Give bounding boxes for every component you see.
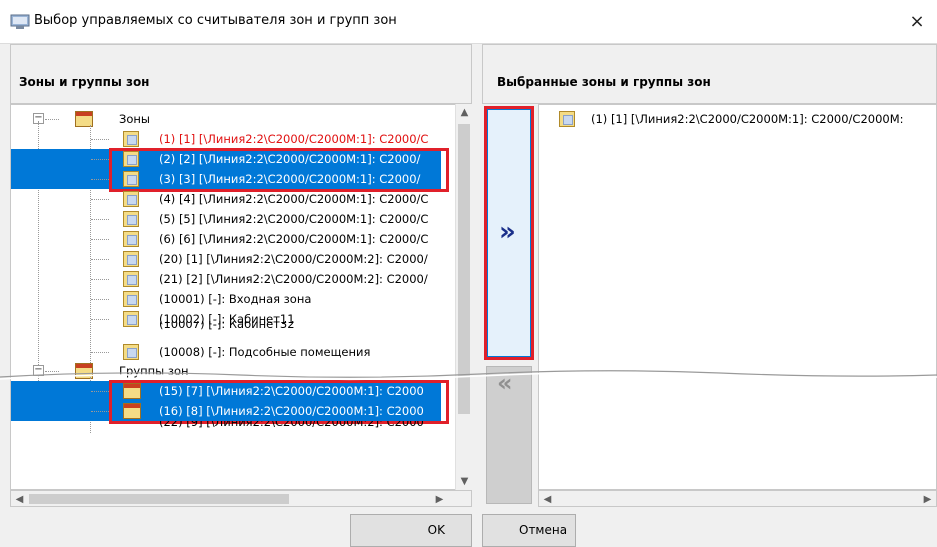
tree-node-label: Зоны	[119, 112, 151, 126]
remove-selected-button[interactable]: «	[486, 366, 532, 504]
selected-panel-header: Выбранные зоны и группы зон	[482, 44, 937, 104]
zone-icon	[123, 344, 139, 360]
tree-item-zone[interactable]: (1) [1] [\Линия2:2\C2000/C2000M:1]: C200…	[11, 129, 451, 149]
scroll-down-icon[interactable]: ▼	[456, 473, 473, 490]
tree-item-label: (4) [4] [\Линия2:2\C2000/C2000M:1]: C200…	[159, 192, 429, 206]
tree-item-zone[interactable]: (20) [1] [\Линия2:2\C2000/C2000M:2]: C20…	[11, 249, 451, 269]
scroll-left-icon[interactable]: ◀	[539, 491, 556, 508]
dialog-footer: OK Отмена	[0, 514, 937, 547]
tree-item-label: (10008) [-]: Подсобные помещения	[159, 345, 371, 359]
group-icon	[123, 383, 141, 399]
cancel-button[interactable]: Отмена	[482, 514, 576, 547]
tree-item-label: (16) [8] [\Линия2:2\C2000/C2000M:1]: C20…	[159, 404, 424, 418]
tree-item-label: (21) [2] [\Линия2:2\C2000/C2000M:2]: C20…	[159, 272, 428, 286]
scroll-left-icon[interactable]: ◀	[11, 491, 28, 508]
tree-item-label: (5) [5] [\Линия2:2\C2000/C2000M:1]: C200…	[159, 212, 429, 226]
tree-item-zone[interactable]: (10007) [-]: Кабинет32	[11, 321, 451, 333]
scroll-up-icon[interactable]: ▲	[456, 104, 473, 121]
tree-item-label: (1) [1] [\Линия2:2\C2000/C2000M:1]: C200…	[159, 132, 429, 146]
tree-item-label: (20) [1] [\Линия2:2\C2000/C2000M:2]: C20…	[159, 252, 428, 266]
tree-item-group[interactable]: (16) [8] [\Линия2:2\C2000/C2000M:1]: C20…	[11, 401, 441, 421]
ok-button[interactable]: OK	[350, 514, 472, 547]
scroll-right-icon[interactable]: ▶	[919, 491, 936, 508]
tree-item-zone[interactable]: (10008) [-]: Подсобные помещения	[11, 342, 451, 362]
tree-item-label: (10007) [-]: Кабинет32	[159, 321, 295, 331]
selected-list-item[interactable]: (1) [1] [\Линия2:2\C2000/C2000M:1]: C200…	[539, 109, 934, 129]
scroll-right-icon[interactable]: ▶	[431, 491, 448, 508]
tree-item-label: (22) [9] [\Линия2:2\C2000/C2000M:2]: C20…	[159, 421, 424, 429]
double-chevron-left-icon: «	[497, 369, 513, 397]
zone-icon	[123, 131, 139, 147]
scrollbar-thumb[interactable]	[458, 124, 470, 414]
selected-panel: Выбранные зоны и группы зон (1) [1] [\Ли…	[482, 44, 937, 514]
tree-item-zone[interactable]: (3) [3] [\Линия2:2\C2000/C2000M:1]: C200…	[11, 169, 441, 189]
selected-item-label: (1) [1] [\Линия2:2\C2000/C2000M:1]: C200…	[591, 112, 904, 126]
zones-panel-title: Зоны и группы зон	[19, 75, 150, 89]
zones-tree[interactable]: − Зоны (1) [1] [\Линия2:2\C2000/C2000M:1…	[10, 104, 472, 490]
selected-panel-title: Выбранные зоны и группы зон	[497, 75, 711, 89]
collapse-icon[interactable]: −	[33, 365, 44, 376]
zone-icon	[559, 111, 575, 127]
zone-icon	[123, 191, 139, 207]
title-bar: Выбор управляемых со считывателя зон и г…	[0, 0, 937, 44]
group-icon	[123, 403, 141, 419]
tree-item-label: (3) [3] [\Линия2:2\C2000/C2000M:1]: C200…	[159, 172, 421, 186]
add-selected-button[interactable]: »	[484, 106, 534, 360]
double-chevron-right-icon: »	[499, 217, 516, 247]
zone-icon	[123, 291, 139, 307]
zone-icon	[123, 211, 139, 227]
scrollbar-thumb[interactable]	[29, 494, 289, 504]
tree-node-zones[interactable]: − Зоны	[11, 109, 451, 129]
zones-panel: Зоны и группы зон − Зоны (1) [1] [\Линия…	[10, 44, 472, 514]
zone-icon	[123, 271, 139, 287]
tree-item-zone[interactable]: (6) [6] [\Линия2:2\C2000/C2000M:1]: C200…	[11, 229, 451, 249]
selected-list[interactable]: (1) [1] [\Линия2:2\C2000/C2000M:1]: C200…	[538, 104, 937, 490]
tree-item-zone[interactable]: (10001) [-]: Входная зона	[11, 289, 451, 309]
tree-node-label: Группы зон	[119, 364, 189, 378]
tree-horizontal-scrollbar[interactable]: ◀ ▶	[10, 490, 472, 507]
zones-panel-header: Зоны и группы зон	[10, 44, 472, 104]
tree-item-zone[interactable]: (4) [4] [\Линия2:2\C2000/C2000M:1]: C200…	[11, 189, 451, 209]
window-title: Выбор управляемых со считывателя зон и г…	[34, 13, 397, 28]
close-icon[interactable]: ×	[897, 0, 937, 44]
transfer-buttons: » «	[482, 104, 538, 514]
zone-icon	[123, 251, 139, 267]
tree-item-group[interactable]: (22) [9] [\Линия2:2\C2000/C2000M:2]: C20…	[11, 421, 451, 429]
window-app-icon	[10, 14, 30, 29]
tree-item-zone[interactable]: (21) [2] [\Линия2:2\C2000/C2000M:2]: C20…	[11, 269, 451, 289]
tree-item-label: (10001) [-]: Входная зона	[159, 292, 312, 306]
tree-item-label: (2) [2] [\Линия2:2\C2000/C2000M:1]: C200…	[159, 152, 421, 166]
tree-item-zone[interactable]: (5) [5] [\Линия2:2\C2000/C2000M:1]: C200…	[11, 209, 451, 229]
tree-item-group[interactable]: (15) [7] [\Линия2:2\C2000/C2000M:1]: C20…	[11, 381, 441, 401]
tree-node-groups[interactable]: − Группы зон	[11, 361, 451, 381]
selected-horizontal-scrollbar[interactable]: ◀ ▶	[538, 490, 937, 507]
tree-item-label: (15) [7] [\Линия2:2\C2000/C2000M:1]: C20…	[159, 384, 424, 398]
zone-icon	[123, 151, 139, 167]
tree-vertical-scrollbar[interactable]: ▲ ▼	[455, 104, 472, 490]
zone-icon	[123, 171, 139, 187]
tree-item-zone[interactable]: (2) [2] [\Линия2:2\C2000/C2000M:1]: C200…	[11, 149, 441, 169]
zone-icon	[123, 231, 139, 247]
tree-item-label: (6) [6] [\Линия2:2\C2000/C2000M:1]: C200…	[159, 232, 429, 246]
